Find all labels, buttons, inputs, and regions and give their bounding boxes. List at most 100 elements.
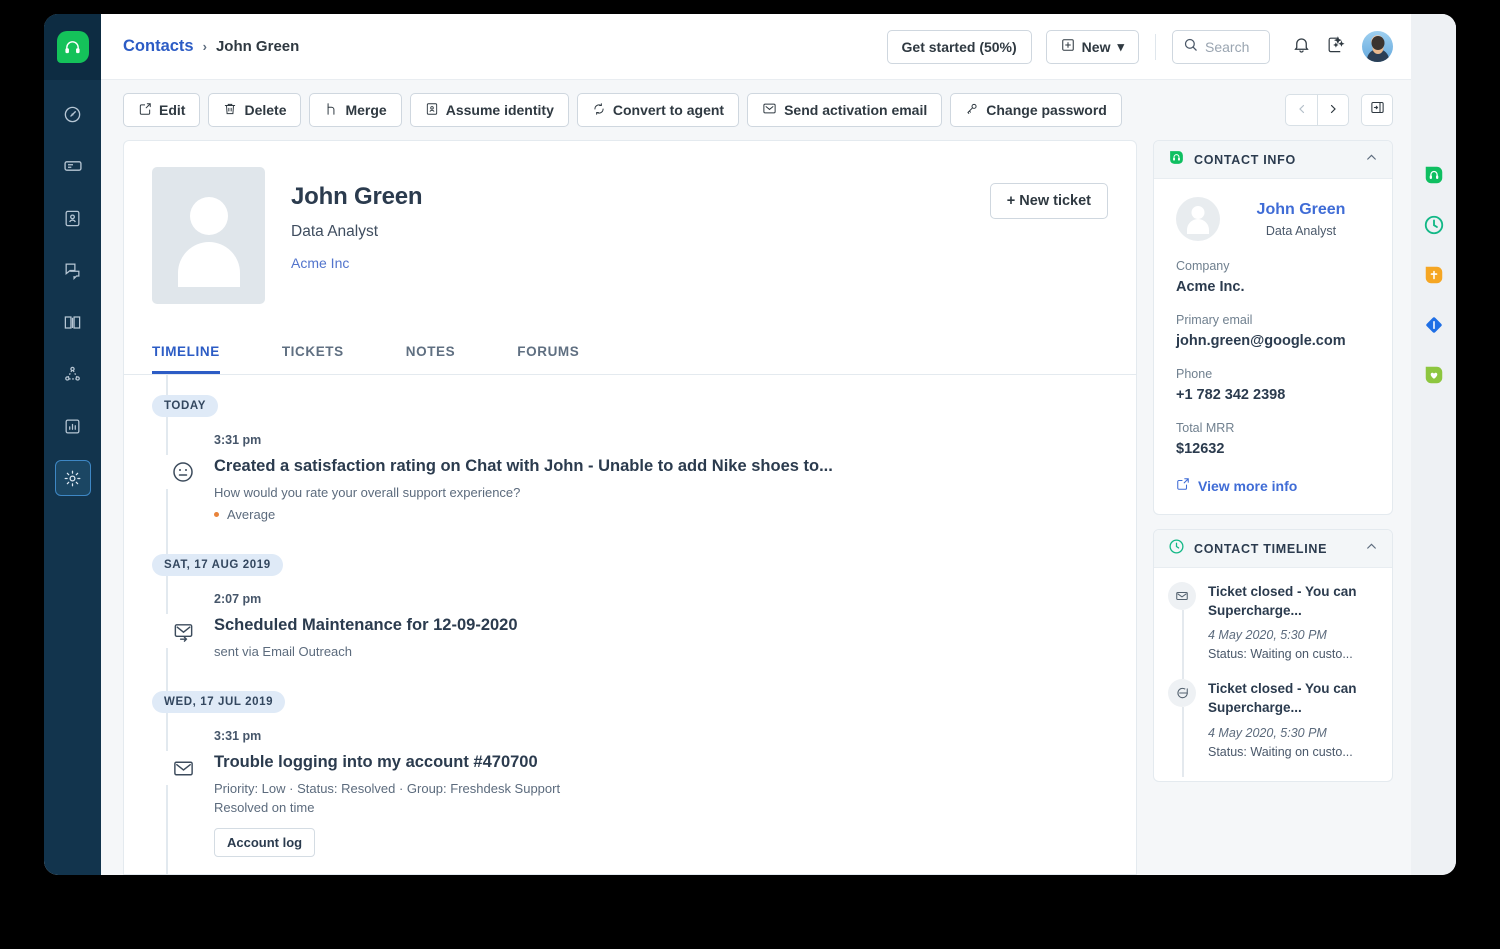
tab-notes[interactable]: NOTES [406, 330, 456, 374]
prev-record-button[interactable] [1285, 94, 1317, 126]
convert-to-agent-button[interactable]: Convert to agent [576, 93, 740, 127]
plus-square-icon [1061, 38, 1075, 55]
trash-icon [223, 102, 237, 119]
contact-info-panel-header[interactable]: CONTACT INFO [1154, 141, 1392, 179]
page-title: John Green [291, 183, 423, 210]
account-log-chip[interactable]: Account log [214, 828, 316, 857]
tab-tickets[interactable]: TICKETS [282, 330, 344, 374]
contact-identity-text: John Green Data Analyst [1232, 201, 1370, 238]
chevron-left-icon [1296, 103, 1308, 118]
timeline-rating: Average [214, 507, 1108, 522]
list-item: Ticket closed - You can Supercharge... 4… [1168, 582, 1378, 680]
contact-company-link[interactable]: Acme Inc [291, 255, 964, 271]
convert-to-agent-button-label: Convert to agent [612, 102, 725, 118]
headset-logo[interactable] [56, 31, 89, 63]
contact-avatar [152, 167, 265, 304]
assume-identity-button[interactable]: Assume identity [409, 93, 569, 127]
app-window: Contacts › John Green Get started (50%) … [44, 14, 1456, 875]
breadcrumb-contacts-link[interactable]: Contacts [123, 37, 194, 56]
list-item-date: 4 May 2020, 5:30 PM [1208, 725, 1327, 740]
field-label: Primary email [1176, 313, 1253, 327]
timeline-title[interactable]: Scheduled Maintenance for 12-09-2020 [214, 616, 1108, 635]
notifications-button[interactable] [1284, 30, 1318, 64]
avatar-body-shape [177, 242, 240, 287]
contact-timeline-panel-header[interactable]: CONTACT TIMELINE [1154, 530, 1392, 568]
contact-timeline-panel: CONTACT TIMELINE Ticket closed - You can… [1153, 529, 1393, 782]
delete-button[interactable]: Delete [208, 93, 302, 127]
sidebar-item-automations[interactable] [55, 356, 91, 392]
external-link-icon [1176, 477, 1190, 494]
sidebar-item-contacts[interactable] [55, 200, 91, 236]
chevron-down-icon: ▾ [1117, 38, 1124, 54]
view-more-info-link[interactable]: View more info [1176, 477, 1370, 494]
panel-toggle-button[interactable] [1361, 94, 1393, 126]
list-item-icon-column [1168, 582, 1198, 680]
breadcrumb: Contacts › John Green [123, 37, 299, 56]
freshmarketer-icon[interactable] [1423, 364, 1445, 386]
tab-timeline[interactable]: TIMELINE [152, 330, 220, 374]
tab-forums[interactable]: FORUMS [517, 330, 579, 374]
new-ticket-button[interactable]: + New ticket [989, 183, 1108, 219]
list-item-title[interactable]: Ticket closed - You can Supercharge... [1208, 582, 1378, 620]
freshchat-clock-icon[interactable] [1423, 214, 1445, 236]
sidebar-item-admin[interactable] [54, 460, 91, 496]
contact-info-panel: CONTACT INFO John Green Data Analyst Com… [1153, 140, 1393, 515]
book-icon [63, 313, 82, 332]
sidebar-item-chat[interactable] [55, 252, 91, 288]
list-item-date: 4 May 2020, 5:30 PM [1208, 628, 1327, 643]
timeline-list[interactable]: TODAY 3:31 pm Created a satisfaction rat… [124, 375, 1136, 874]
contact-info-field-mrr: Total MRR $12632 [1176, 421, 1370, 457]
timeline-title[interactable]: Trouble logging into my account #470700 [214, 753, 1108, 772]
timeline-entry-content: 3:31 pm Trouble logging into my account … [214, 729, 1108, 865]
change-password-button[interactable]: Change password [950, 93, 1122, 127]
timeline-spacer [152, 667, 1108, 691]
field-value: Acme Inc. [1176, 279, 1245, 295]
next-record-button[interactable] [1317, 94, 1349, 126]
search-input[interactable]: Search [1172, 29, 1270, 64]
delete-button-label: Delete [244, 102, 287, 118]
contact-info-name-link[interactable]: John Green [1232, 201, 1370, 219]
send-activation-email-button[interactable]: Send activation email [747, 93, 943, 127]
merge-button[interactable]: Merge [309, 93, 402, 127]
sidebar-item-tickets[interactable] [55, 148, 91, 184]
sidebar-item-dashboard[interactable] [55, 96, 91, 132]
identity-card-icon [425, 102, 439, 119]
timeline-day-chip: SAT, 17 AUG 2019 [152, 554, 283, 576]
merge-icon [324, 102, 338, 119]
edit-button-label: Edit [159, 102, 186, 118]
sidebar-item-reports[interactable] [55, 408, 91, 444]
top-header: Contacts › John Green Get started (50%) … [101, 14, 1411, 80]
edit-button[interactable]: Edit [123, 93, 201, 127]
contact-job-title: Data Analyst [291, 223, 379, 240]
timeline-day-chip: TODAY [152, 395, 218, 417]
list-item-title[interactable]: Ticket closed - You can Supercharge... [1208, 679, 1378, 717]
get-started-button[interactable]: Get started (50%) [886, 29, 1032, 64]
new-button[interactable]: New ▾ [1045, 29, 1139, 64]
timeline-group: SAT, 17 AUG 2019 2:07 pm Scheduled Maint… [152, 554, 1108, 667]
list-item-text: Ticket closed - You can Supercharge... 4… [1208, 679, 1378, 758]
freshdesk-icon[interactable] [1423, 164, 1445, 186]
contact-meta: John Green Data Analyst Acme Inc [291, 167, 964, 304]
merge-button-label: Merge [345, 102, 387, 118]
chat-icon [63, 261, 82, 280]
sidebar-item-solutions[interactable] [55, 304, 91, 340]
rating-label: Average [227, 507, 276, 522]
chevron-up-icon[interactable] [1365, 151, 1378, 169]
chevron-up-icon[interactable] [1365, 540, 1378, 558]
user-avatar[interactable] [1362, 31, 1393, 62]
clock-icon [1168, 538, 1185, 560]
chat-bubble-icon [1168, 679, 1196, 708]
timeline-title[interactable]: Created a satisfaction rating on Chat wi… [214, 457, 1108, 476]
contact-info-panel-body: John Green Data Analyst Company Acme Inc… [1154, 179, 1392, 514]
contact-card-icon [63, 209, 82, 228]
chevron-right-icon [1327, 103, 1339, 118]
freshsales-icon[interactable] [1423, 314, 1445, 336]
freshcaller-icon[interactable] [1423, 264, 1445, 286]
right-sidebar: CONTACT INFO John Green Data Analyst Com… [1153, 140, 1393, 875]
contact-info-role: Data Analyst [1265, 223, 1337, 238]
timeline-icon-column [152, 729, 214, 865]
envelope-icon [166, 751, 200, 785]
breadcrumb-current: John Green [215, 38, 300, 55]
timeline-spacer [152, 530, 1108, 554]
ai-assist-button[interactable] [1318, 30, 1352, 64]
